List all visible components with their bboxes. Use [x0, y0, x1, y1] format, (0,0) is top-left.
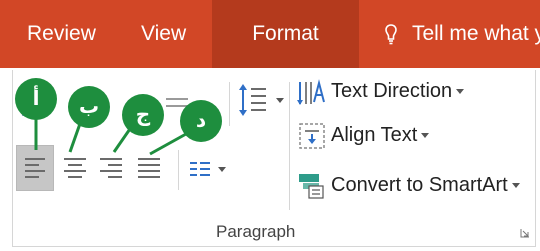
- separator: [229, 82, 230, 126]
- justify-icon: [138, 158, 160, 180]
- chevron-down-icon: [511, 183, 520, 189]
- convert-smartart-label: Convert to SmartArt: [331, 174, 508, 196]
- align-right-button[interactable]: [96, 150, 126, 184]
- lightbulb-icon: [385, 24, 397, 45]
- align-text-icon: [299, 123, 325, 149]
- tell-me-text: Tell me what y: [412, 22, 540, 45]
- tell-me-box[interactable]: Tell me what y: [385, 0, 540, 68]
- line-spacing-button[interactable]: [236, 80, 288, 122]
- tab-view[interactable]: View: [141, 0, 186, 68]
- center-icon: [64, 158, 86, 180]
- separator: [178, 150, 179, 190]
- columns-button[interactable]: [188, 160, 232, 180]
- chevron-down-icon: [421, 133, 430, 139]
- text-direction-icon: [297, 79, 325, 105]
- columns-icon: [190, 162, 226, 176]
- align-right-icon: [100, 158, 122, 180]
- align-left-button[interactable]: [16, 145, 54, 191]
- callout-c: ج: [122, 94, 164, 136]
- callout-b: ب: [68, 86, 110, 128]
- text-direction-label: Text Direction: [331, 80, 453, 102]
- chevron-down-icon: [456, 89, 465, 95]
- separator: [289, 82, 290, 210]
- tab-review[interactable]: Review: [27, 0, 96, 68]
- ribbon-tab-bar: Review View Format Tell me what y: [0, 0, 540, 68]
- justify-button[interactable]: [134, 150, 164, 184]
- smartart-icon: [299, 174, 324, 199]
- align-text-label: Align Text: [331, 124, 418, 146]
- paragraph-group-label: Paragraph: [216, 222, 296, 241]
- align-left-icon: [25, 158, 47, 180]
- callout-a: أ: [15, 78, 57, 120]
- tab-format[interactable]: Format: [212, 0, 359, 68]
- dialog-launcher-icon[interactable]: [520, 228, 530, 238]
- center-button[interactable]: [60, 150, 90, 184]
- line-spacing-icon: [239, 84, 284, 116]
- callout-d: د: [180, 100, 222, 142]
